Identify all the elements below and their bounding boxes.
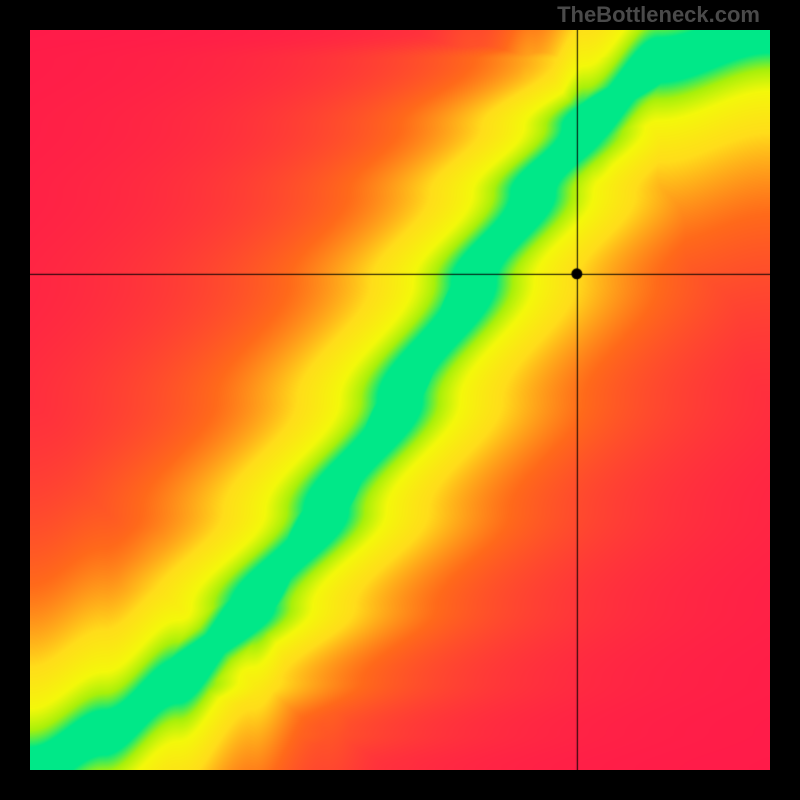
watermark-text: TheBottleneck.com: [557, 2, 760, 28]
chart-container: TheBottleneck.com: [0, 0, 800, 800]
bottleneck-heatmap: [30, 30, 770, 770]
